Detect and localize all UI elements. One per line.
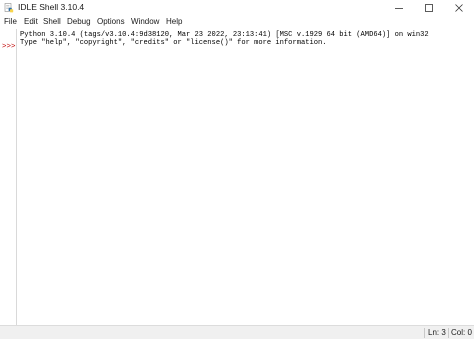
window-title: IDLE Shell 3.10.4 — [18, 2, 85, 12]
status-divider — [424, 328, 425, 338]
shell-info-line: Type "help", "copyright", "credits" or "… — [20, 39, 327, 47]
minimize-button[interactable] — [384, 0, 414, 16]
menu-file[interactable]: File — [4, 17, 17, 26]
close-icon — [455, 4, 463, 12]
status-bar: Ln: 3 Col: 0 — [0, 325, 474, 339]
maximize-button[interactable] — [414, 0, 444, 16]
menu-help[interactable]: Help — [166, 17, 182, 26]
menu-debug[interactable]: Debug — [67, 17, 91, 26]
status-column-number: Col: 0 — [451, 328, 472, 337]
prompt-gutter: >>> — [0, 29, 16, 325]
menu-shell[interactable]: Shell — [43, 17, 61, 26]
minimize-icon — [395, 8, 403, 9]
vertical-scrollbar[interactable] — [465, 29, 474, 325]
shell-banner-line: Python 3.10.4 (tags/v3.10.4:9d38120, Mar… — [20, 31, 429, 39]
idle-shell-window: IDLE Shell 3.10.4 File Edit Shell Debug … — [0, 0, 474, 339]
menu-bar: File Edit Shell Debug Options Window Hel… — [0, 16, 474, 29]
status-line-number: Ln: 3 — [428, 328, 446, 337]
status-divider — [448, 328, 449, 338]
python-idle-icon — [4, 3, 14, 13]
title-bar[interactable]: IDLE Shell 3.10.4 — [0, 0, 474, 16]
shell-prompt: >>> — [2, 43, 16, 51]
maximize-icon — [425, 4, 433, 12]
close-button[interactable] — [444, 0, 474, 16]
menu-edit[interactable]: Edit — [24, 17, 38, 26]
menu-options[interactable]: Options — [97, 17, 125, 26]
menu-window[interactable]: Window — [131, 17, 159, 26]
shell-content: >>> Python 3.10.4 (tags/v3.10.4:9d38120,… — [0, 29, 474, 325]
shell-text-area[interactable]: Python 3.10.4 (tags/v3.10.4:9d38120, Mar… — [17, 29, 465, 325]
